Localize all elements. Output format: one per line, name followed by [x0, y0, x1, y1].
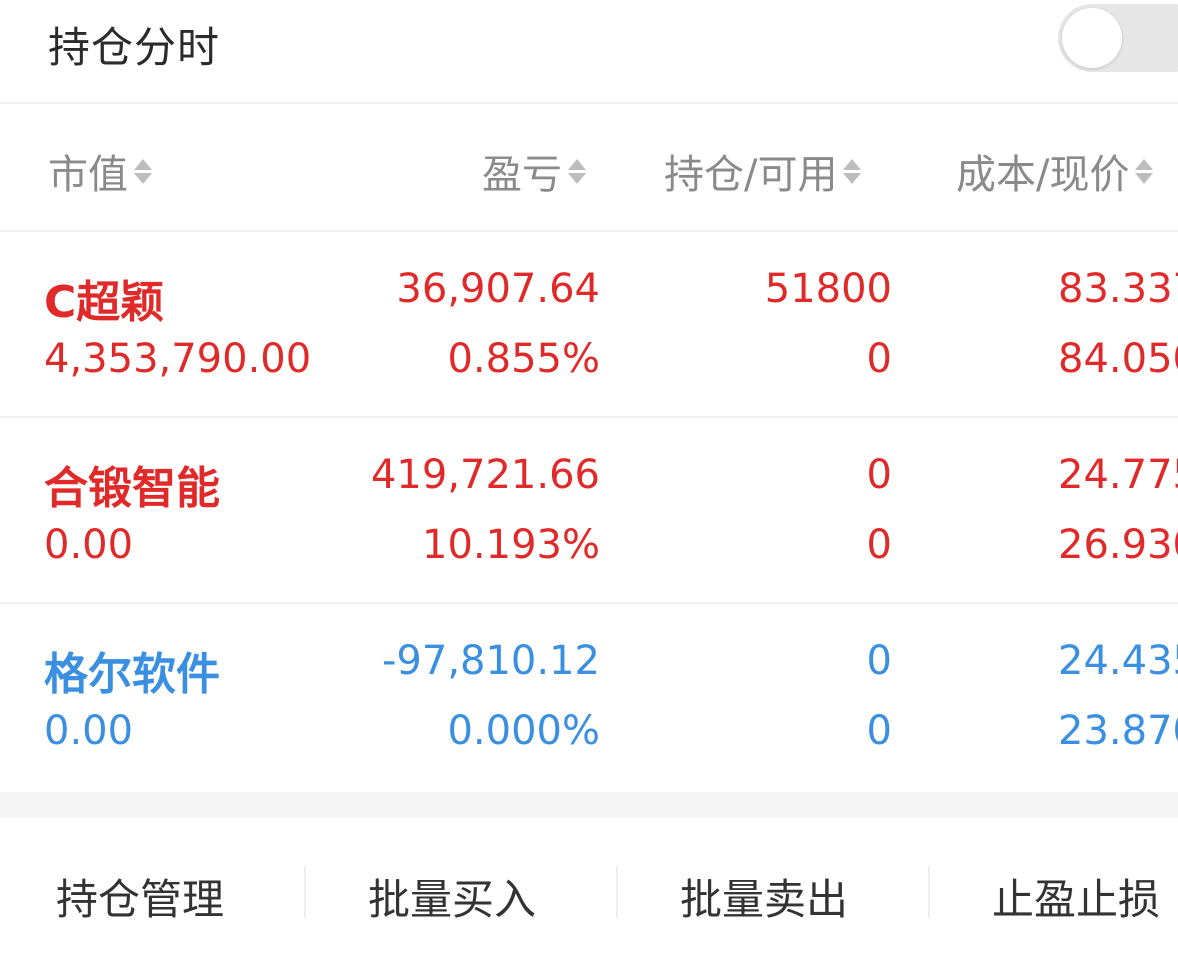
current-price: 26.930 — [1058, 522, 1178, 568]
column-header-cost-price[interactable]: 成本/现价 — [956, 142, 1154, 200]
position-management-button[interactable]: 持仓管理 — [56, 866, 224, 927]
table-header: 市值 盈亏 持仓/可用 成本/现价 — [0, 104, 1178, 232]
toggle-knob — [1062, 8, 1122, 68]
divider — [304, 866, 306, 918]
profit-loss-percent: 0.855% — [447, 336, 600, 382]
current-price: 84.050 — [1058, 336, 1178, 382]
divider — [928, 866, 930, 918]
sort-updown-icon — [843, 158, 862, 184]
holdings-page: 持仓分时 市值 盈亏 持仓/可用 成本/现价 C超颖 4,353,790.00 … — [0, 0, 1178, 959]
take-profit-stop-loss-button[interactable]: 止盈止损 — [992, 866, 1160, 927]
table-row[interactable]: C超颖 4,353,790.00 36,907.64 0.855% 51800 … — [0, 232, 1178, 418]
available-quantity: 0 — [866, 522, 892, 568]
section-separator — [0, 792, 1178, 818]
market-value: 4,353,790.00 — [44, 336, 312, 382]
holdings-timeshare-row: 持仓分时 — [0, 0, 1178, 104]
batch-buy-button[interactable]: 批量买入 — [368, 866, 536, 927]
column-label: 市值 — [48, 152, 128, 198]
holdings-timeshare-toggle[interactable] — [1058, 4, 1178, 72]
bottom-action-bar: 持仓管理 批量买入 批量卖出 止盈止损 — [0, 818, 1178, 959]
column-label: 盈亏 — [482, 152, 562, 198]
profit-loss: 419,721.66 — [370, 452, 600, 498]
sort-updown-icon — [568, 158, 586, 184]
stock-name: 格尔软件 — [44, 649, 220, 700]
available-quantity: 0 — [866, 708, 892, 754]
cost-price: 24.435 — [1058, 638, 1178, 684]
divider — [616, 866, 618, 918]
profit-loss: 36,907.64 — [396, 266, 600, 312]
column-label: 成本/现价 — [956, 152, 1130, 198]
column-header-market-value[interactable]: 市值 — [48, 142, 152, 200]
stock-name: 合锻智能 — [44, 463, 220, 514]
market-value: 0.00 — [44, 522, 134, 568]
sort-updown-icon — [1135, 158, 1154, 184]
profit-loss-percent: 10.193% — [422, 522, 600, 568]
holdings-timeshare-label: 持仓分时 — [48, 23, 221, 72]
available-quantity: 0 — [866, 336, 892, 382]
cost-price: 83.337 — [1058, 266, 1178, 312]
sort-updown-icon — [134, 158, 152, 184]
cost-price: 24.775 — [1058, 452, 1178, 498]
market-value: 0.00 — [44, 708, 134, 754]
current-price: 23.870 — [1058, 708, 1178, 754]
holding-quantity: 0 — [866, 638, 892, 684]
column-label: 持仓/可用 — [664, 152, 838, 198]
table-row[interactable]: 格尔软件 0.00 -97,810.12 0.000% 0 0 24.435 2… — [0, 604, 1178, 788]
column-header-profit-loss[interactable]: 盈亏 — [482, 142, 586, 200]
batch-sell-button[interactable]: 批量卖出 — [680, 866, 848, 927]
profit-loss-percent: 0.000% — [447, 708, 600, 754]
holding-quantity: 0 — [866, 452, 892, 498]
holding-quantity: 51800 — [764, 266, 892, 312]
table-row[interactable]: 合锻智能 0.00 419,721.66 10.193% 0 0 24.775 … — [0, 418, 1178, 604]
column-header-holding-available[interactable]: 持仓/可用 — [664, 142, 862, 200]
stock-name: C超颖 — [44, 277, 165, 328]
profit-loss: -97,810.12 — [381, 638, 600, 684]
